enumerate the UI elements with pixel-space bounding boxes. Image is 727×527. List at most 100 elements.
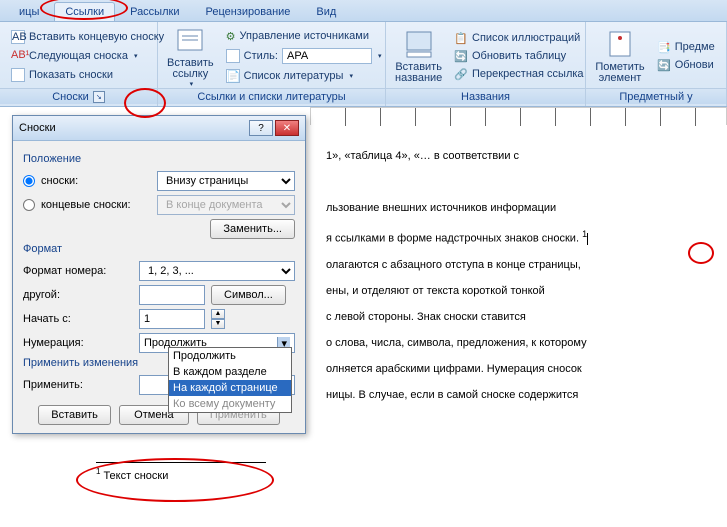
update-table[interactable]: 🔄 Обновить таблицу	[449, 48, 588, 65]
numbering-dropdown-list: Продолжить В каждом разделе На каждой ст…	[168, 347, 292, 413]
spin-down[interactable]: ▼	[211, 319, 225, 329]
doc-line: с левой стороны. Знак сноски ставится	[326, 305, 713, 329]
insert-citation-button[interactable]: Вставить ссылку ▾	[164, 24, 217, 88]
help-button[interactable]: ?	[249, 120, 273, 136]
custom-mark-label: другой:	[23, 289, 133, 301]
citation-icon	[174, 24, 206, 56]
mark-entry-label: Пометить элемент	[595, 62, 644, 84]
index-icon: 📑	[657, 41, 671, 54]
footnotes-dialog-launcher[interactable]: ↘	[93, 91, 105, 103]
ribbon-tabs: ицы Ссылки Рассылки Рецензирование Вид	[0, 0, 727, 22]
group-citations: Вставить ссылку ▾ ⚙ Управление источника…	[158, 22, 386, 106]
numbering-option[interactable]: Продолжить	[169, 348, 291, 364]
section-position: Положение	[23, 153, 295, 165]
citation-style[interactable]: Стиль: ▾	[221, 46, 387, 66]
tab-mailings[interactable]: Рассылки	[119, 2, 190, 21]
next-footnote[interactable]: AB¹ Следующая сноска ▾	[6, 47, 169, 65]
cross-reference-label: Перекрестная ссылка	[472, 68, 584, 80]
dialog-title: Сноски	[19, 122, 56, 134]
sources-icon: ⚙	[226, 30, 236, 43]
update-table-label: Обновить таблицу	[472, 50, 566, 62]
doc-line: ены, и отделяют от текста короткой тонко…	[326, 279, 713, 303]
close-button[interactable]: ✕	[275, 120, 299, 136]
group-captions: Вставить название 📋 Список иллюстраций 🔄…	[386, 22, 586, 106]
footnotes-position-select[interactable]: Внизу страницы	[157, 171, 295, 191]
citation-style-select[interactable]	[282, 48, 372, 64]
tab-review[interactable]: Рецензирование	[194, 2, 301, 21]
start-at-label: Начать с:	[23, 313, 133, 325]
num-format-label: Формат номера:	[23, 265, 133, 277]
insert-index[interactable]: 📑 Предме	[652, 39, 720, 56]
doc-line: льзование внешних источников информации	[326, 196, 713, 220]
insert-citation-label: Вставить ссылку	[167, 58, 214, 80]
dialog-titlebar[interactable]: Сноски ? ✕	[13, 116, 305, 141]
tab-references[interactable]: Ссылки	[54, 2, 115, 21]
footnote-text: 1 Текст сноски	[96, 467, 276, 483]
chevron-down-icon: ▾	[190, 80, 194, 88]
update-index[interactable]: 🔄 Обнови	[652, 57, 720, 74]
start-at-input[interactable]	[139, 309, 205, 329]
update-index-label: Обнови	[675, 59, 714, 71]
bibliography[interactable]: 📄 Список литературы ▾	[221, 67, 387, 85]
update-index-icon: 🔄	[657, 59, 671, 72]
chevron-down-icon: ▾	[134, 52, 138, 60]
bibliography-icon: 📄	[226, 69, 240, 83]
insert-caption-button[interactable]: Вставить название	[392, 24, 445, 88]
section-format: Формат	[23, 243, 295, 255]
group-index-label: Предметный у	[619, 91, 692, 103]
style-icon	[226, 49, 240, 63]
apply-to-label: Применить:	[23, 379, 133, 391]
crossref-icon: 🔗	[454, 68, 468, 81]
table-of-figures[interactable]: 📋 Список иллюстраций	[449, 30, 588, 47]
symbol-button[interactable]: Символ...	[211, 285, 286, 305]
tab-prev[interactable]: ицы	[8, 2, 50, 21]
doc-line: олагаются с абзацного отступа в конце ст…	[326, 253, 713, 277]
doc-line: олняется арабскими цифрами. Нумерация сн…	[326, 357, 713, 381]
insert-button[interactable]: Вставить	[38, 405, 111, 425]
figures-list-icon: 📋	[454, 32, 468, 45]
next-footnote-label: Следующая сноска	[29, 50, 128, 62]
show-footnotes-icon	[11, 68, 25, 82]
radio-endnotes[interactable]	[23, 199, 35, 211]
citation-style-label: Стиль:	[244, 50, 278, 62]
horizontal-ruler[interactable]	[310, 107, 727, 125]
custom-mark-input[interactable]	[139, 285, 205, 305]
manage-sources[interactable]: ⚙ Управление источниками	[221, 28, 387, 45]
next-footnote-icon: AB¹	[11, 49, 25, 63]
group-captions-label: Названия	[461, 91, 510, 103]
num-format-select[interactable]: 1, 2, 3, ...	[139, 261, 295, 281]
caption-icon	[403, 28, 435, 60]
endnote-icon: AB	[11, 30, 25, 44]
ribbon: AB Вставить концевую сноску AB¹ Следующа…	[0, 22, 727, 107]
mark-entry-icon	[604, 28, 636, 60]
update-icon: 🔄	[454, 50, 468, 63]
insert-endnote[interactable]: AB Вставить концевую сноску	[6, 28, 169, 46]
chevron-down-icon: ▾	[349, 72, 353, 80]
doc-line: я ссылками в форме надстрочных знаков сн…	[326, 222, 713, 251]
table-of-figures-label: Список иллюстраций	[472, 32, 580, 44]
doc-line: 1», «таблица 4», «… в соответствии с	[326, 144, 713, 168]
footnote-separator	[96, 462, 266, 463]
cross-reference[interactable]: 🔗 Перекрестная ссылка	[449, 66, 588, 83]
numbering-option[interactable]: Ко всему документу	[169, 396, 291, 412]
doc-line: о слова, числа, символа, предложения, к …	[326, 331, 713, 355]
numbering-option-selected[interactable]: На каждой странице	[169, 380, 291, 396]
bibliography-label: Список литературы	[244, 70, 344, 82]
spin-up[interactable]: ▲	[211, 309, 225, 319]
insert-index-label: Предме	[675, 41, 715, 53]
group-footnotes-label: Сноски	[52, 91, 89, 103]
insert-caption-label: Вставить название	[395, 62, 442, 84]
mark-entry-button[interactable]: Пометить элемент	[592, 24, 648, 88]
document-page[interactable]: 1», «таблица 4», «… в соответствии с льз…	[310, 128, 727, 527]
radio-footnotes[interactable]	[23, 175, 35, 187]
footnote-area[interactable]: 1 Текст сноски	[96, 462, 276, 483]
show-footnotes[interactable]: Показать сноски	[6, 66, 169, 84]
numbering-label: Нумерация:	[23, 337, 133, 349]
insert-endnote-label: Вставить концевую сноску	[29, 31, 164, 43]
replace-button[interactable]: Заменить...	[210, 219, 295, 239]
show-footnotes-label: Показать сноски	[29, 69, 113, 81]
doc-line: ницы. В случае, если в самой сноске соде…	[326, 383, 713, 407]
radio-footnotes-label: сноски:	[41, 175, 151, 187]
numbering-option[interactable]: В каждом разделе	[169, 364, 291, 380]
tab-view[interactable]: Вид	[305, 2, 347, 21]
